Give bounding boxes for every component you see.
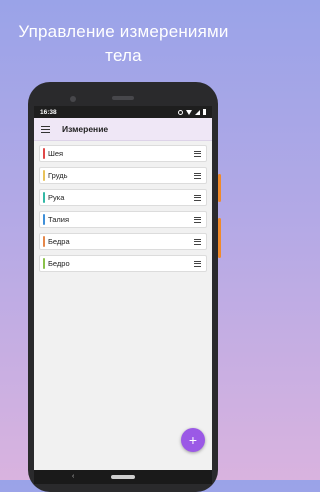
status-time: 16:38	[40, 108, 57, 116]
drag-handle-icon[interactable]	[194, 150, 201, 157]
add-measurement-button[interactable]: +	[181, 428, 205, 452]
color-indicator	[43, 192, 45, 203]
drag-handle-icon[interactable]	[194, 216, 201, 223]
list-item-label: Грудь	[48, 171, 68, 180]
headline-line-1: Управление измерениями	[18, 22, 229, 41]
plus-icon: +	[188, 432, 198, 448]
home-pill-icon[interactable]	[111, 475, 135, 479]
phone-frame: 16:38 Измерение Шея Грудь Рука Талия Бед…	[28, 82, 221, 492]
volume-button	[218, 218, 221, 258]
system-nav-bar: ‹	[34, 470, 212, 484]
app-screen: 16:38 Измерение Шея Грудь Рука Талия Бед…	[34, 106, 212, 484]
status-bar: 16:38	[34, 106, 212, 118]
measurement-list: Шея Грудь Рука Талия Бедра Бедро	[34, 141, 212, 272]
drag-handle-icon[interactable]	[194, 238, 201, 245]
signal-icon	[195, 109, 200, 115]
color-indicator	[43, 214, 45, 225]
color-indicator	[43, 148, 45, 159]
front-camera	[70, 96, 76, 102]
list-item-label: Талия	[48, 215, 70, 224]
back-icon[interactable]: ‹	[72, 470, 74, 484]
headline-line-2: тела	[105, 46, 142, 65]
list-item[interactable]: Бедро	[39, 255, 207, 272]
battery-icon	[203, 109, 206, 115]
data-saver-icon	[178, 109, 183, 115]
drag-handle-icon[interactable]	[194, 194, 201, 201]
list-item[interactable]: Талия	[39, 211, 207, 228]
list-item-label: Рука	[48, 193, 65, 202]
list-item-label: Бедро	[48, 259, 70, 268]
page-title: Измерение	[62, 124, 109, 134]
list-item[interactable]: Бедра	[39, 233, 207, 250]
list-item[interactable]: Шея	[39, 145, 207, 162]
hamburger-menu-icon[interactable]	[41, 125, 50, 133]
drag-handle-icon[interactable]	[194, 172, 201, 179]
app-bar: Измерение	[34, 118, 212, 141]
drag-handle-icon[interactable]	[194, 260, 201, 267]
list-item[interactable]: Грудь	[39, 167, 207, 184]
promo-headline: Управление измерениями тела	[0, 20, 247, 68]
color-indicator	[43, 236, 45, 247]
wifi-icon	[186, 109, 192, 115]
list-item-label: Бедра	[48, 237, 70, 246]
earpiece-speaker	[112, 96, 134, 100]
status-icons	[178, 109, 206, 115]
color-indicator	[43, 258, 45, 269]
power-button	[218, 174, 221, 202]
list-item-label: Шея	[48, 149, 64, 158]
list-item[interactable]: Рука	[39, 189, 207, 206]
color-indicator	[43, 170, 45, 181]
